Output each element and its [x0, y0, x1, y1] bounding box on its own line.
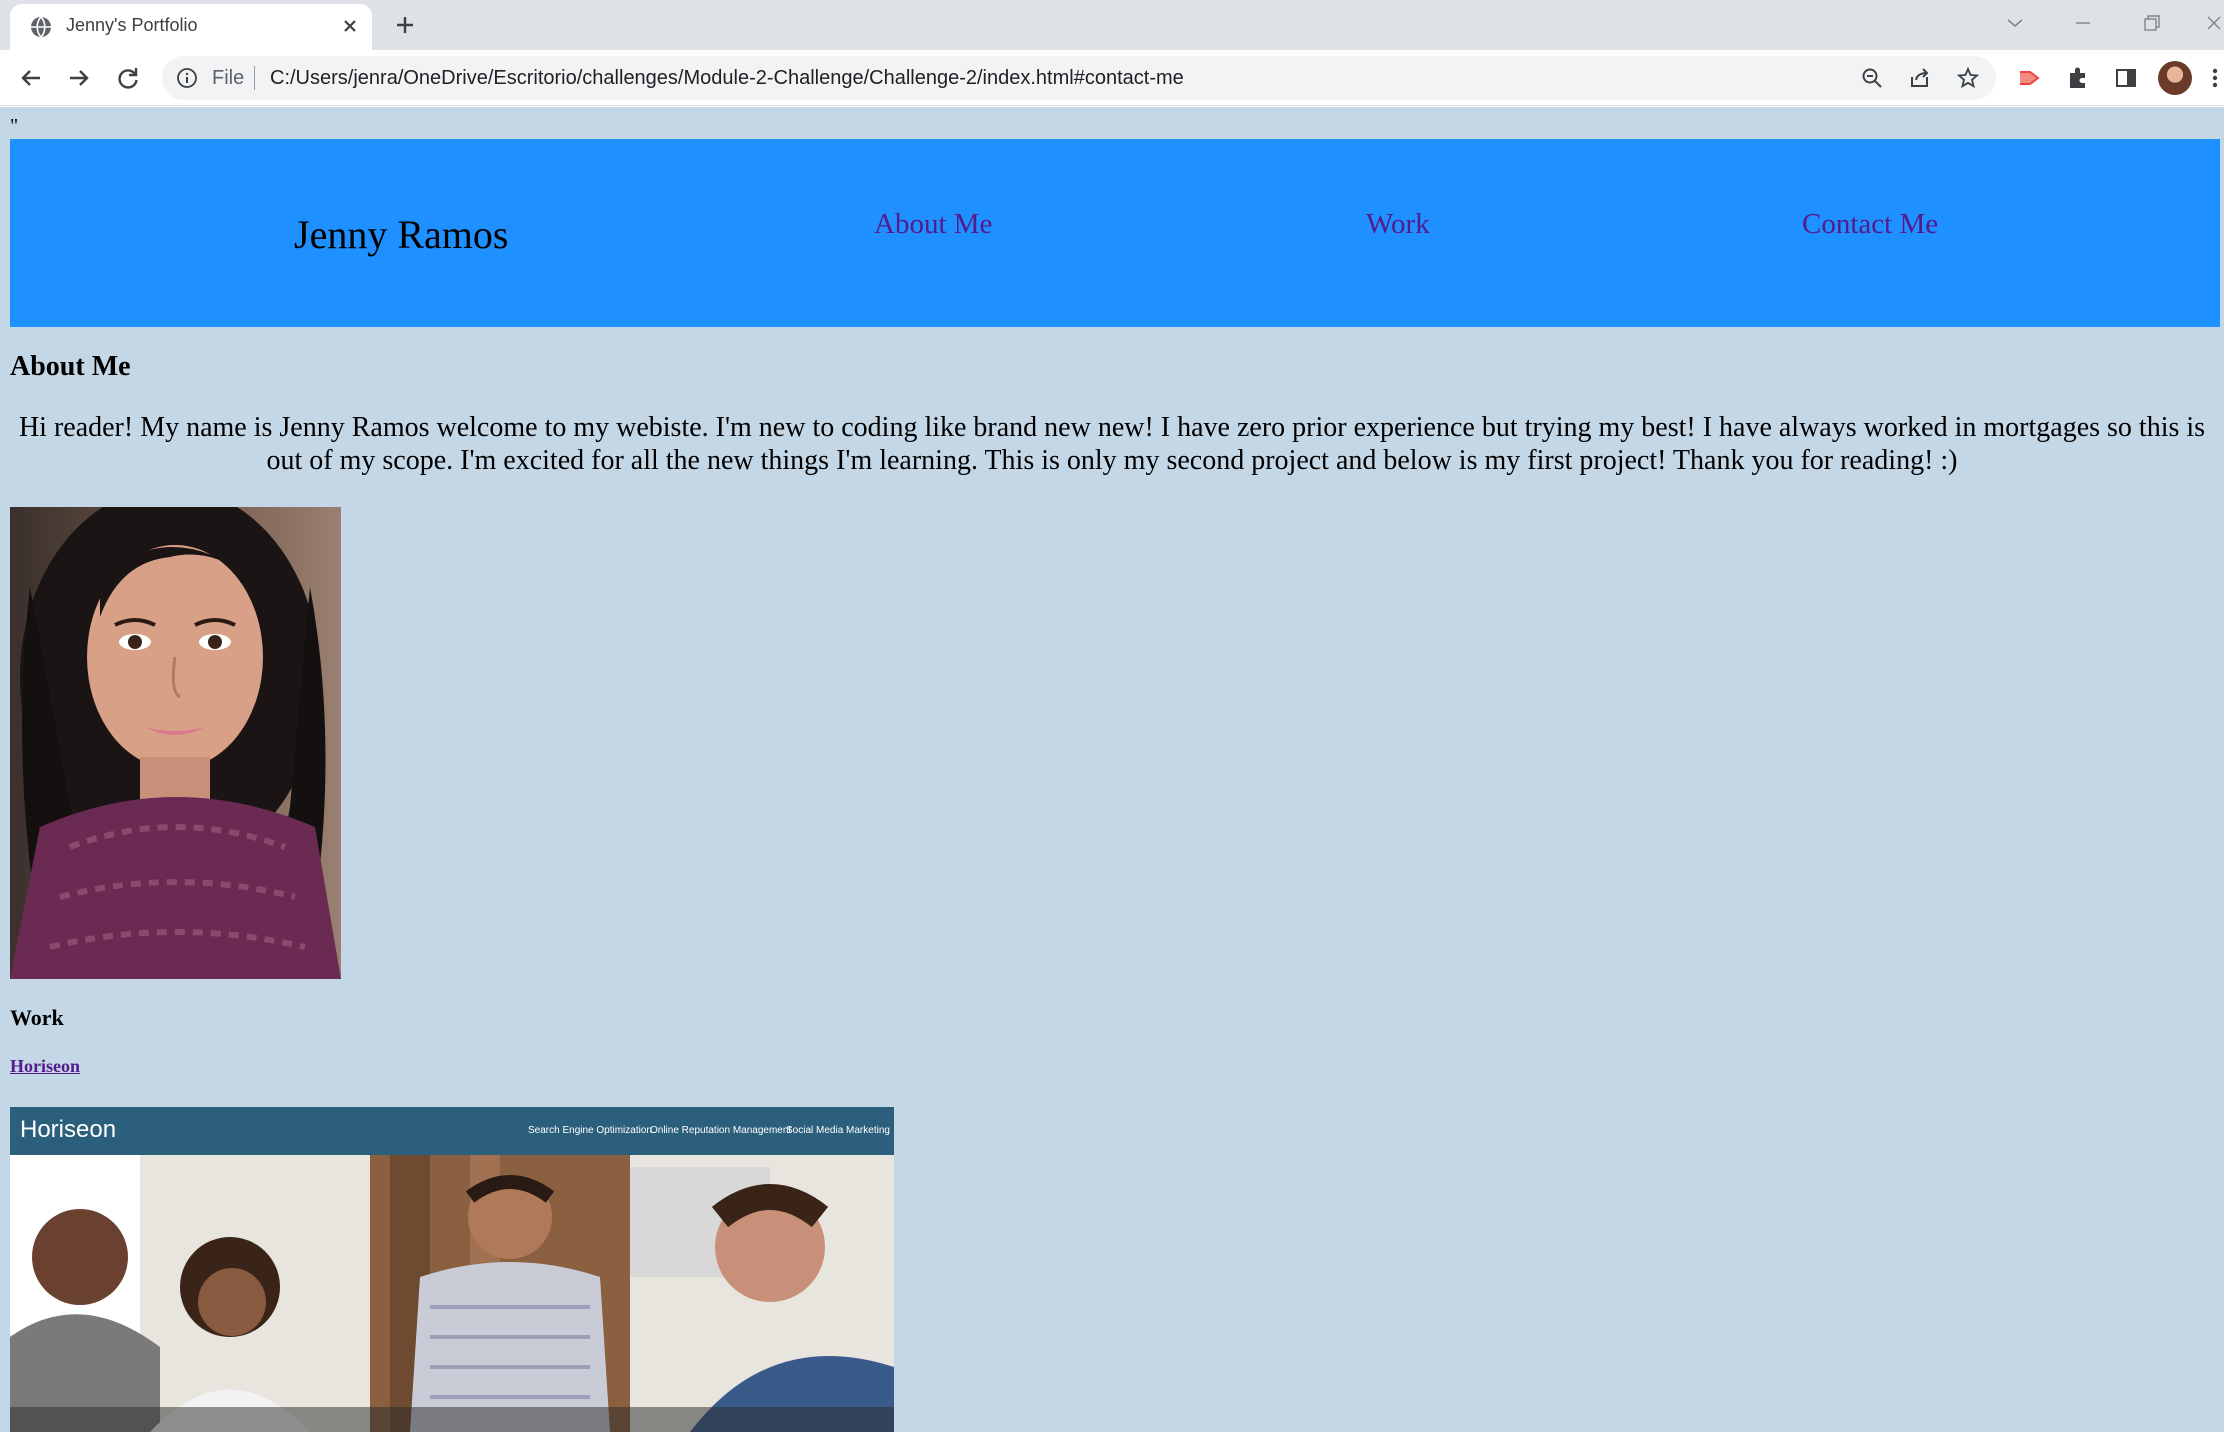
- address-bar[interactable]: File C:/Users/jenra/OneDrive/Escritorio/…: [162, 56, 1996, 100]
- profile-photo: [10, 507, 341, 979]
- globe-icon: [31, 16, 51, 38]
- tab-strip: Jenny's Portfolio: [0, 0, 2224, 50]
- reload-icon[interactable]: [113, 63, 143, 93]
- site-name: Jenny Ramos: [294, 212, 509, 257]
- about-me-heading: About Me: [10, 351, 131, 382]
- screenshot-nav-item: Online Reputation Management: [650, 1125, 792, 1136]
- plus-icon[interactable]: [392, 12, 418, 38]
- puzzle-icon[interactable]: [2064, 64, 2092, 92]
- restore-icon[interactable]: [2136, 10, 2166, 36]
- avatar[interactable]: [2158, 61, 2192, 95]
- about-me-paragraph: Hi reader! My name is Jenny Ramos welcom…: [18, 412, 2206, 476]
- screenshot-logo: Horiseon: [20, 1116, 117, 1143]
- page-viewport: " Jenny Ramos About Me Work Contact Me A…: [0, 107, 2224, 1432]
- screenshot-header-bar: Horiseon Search Engine Optimization Onli…: [10, 1107, 894, 1155]
- zoom-icon[interactable]: [1860, 66, 1884, 90]
- nav-link-about-me[interactable]: About Me: [874, 208, 992, 241]
- tab-title: Jenny's Portfolio: [66, 15, 198, 35]
- omnibox-divider: [254, 66, 255, 90]
- sidepanel-icon[interactable]: [2112, 64, 2140, 92]
- menu-icon[interactable]: [2206, 64, 2224, 92]
- horiseon-link[interactable]: Horiseon: [10, 1056, 80, 1077]
- stray-quote-text: ": [10, 115, 19, 137]
- close-icon[interactable]: [338, 14, 362, 38]
- nav-link-work[interactable]: Work: [1366, 208, 1430, 241]
- browser-toolbar: File C:/Users/jenra/OneDrive/Escritorio/…: [0, 50, 2224, 106]
- work-heading: Work: [10, 1005, 64, 1030]
- site-header: Jenny Ramos About Me Work Contact Me: [10, 139, 2220, 327]
- horiseon-screenshot: Horiseon Search Engine Optimization Onli…: [10, 1107, 894, 1432]
- window-close-icon[interactable]: [2200, 10, 2224, 36]
- screenshot-nav-item: Search Engine Optimization: [528, 1125, 652, 1136]
- browser-tab[interactable]: Jenny's Portfolio: [10, 4, 372, 50]
- back-icon[interactable]: [16, 63, 46, 93]
- screenshot-nav-item: Social Media Marketing: [786, 1125, 890, 1136]
- nav-link-contact-me[interactable]: Contact Me: [1802, 208, 1938, 241]
- chevron-down-icon[interactable]: [2000, 10, 2030, 36]
- extension-icon[interactable]: [2016, 64, 2044, 92]
- share-icon[interactable]: [1908, 66, 1932, 90]
- info-icon[interactable]: [176, 67, 198, 89]
- minimize-icon[interactable]: [2068, 10, 2098, 36]
- file-scheme-label: File: [212, 67, 245, 89]
- url-text[interactable]: C:/Users/jenra/OneDrive/Escritorio/chall…: [270, 67, 1184, 90]
- star-icon[interactable]: [1956, 66, 1980, 90]
- forward-icon[interactable]: [64, 63, 94, 93]
